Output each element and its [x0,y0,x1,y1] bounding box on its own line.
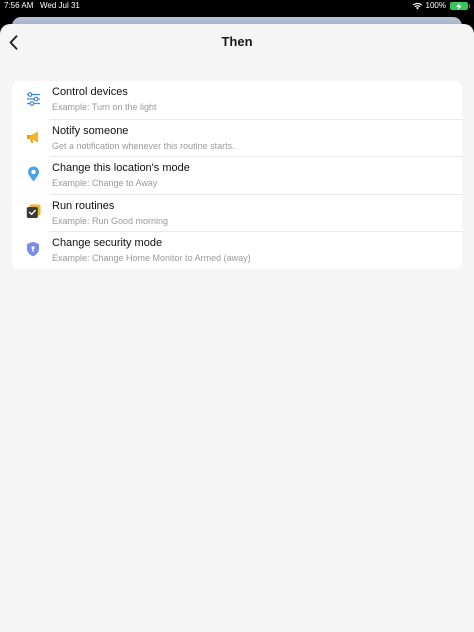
action-text: Run routines Example: Run Good morning [50,193,462,232]
battery-charging-icon [450,2,470,10]
megaphone-icon [25,129,41,145]
action-text: Notify someone Get a notification whenev… [50,118,462,157]
header: Then [0,24,474,60]
action-notify-someone[interactable]: Notify someone Get a notification whenev… [12,118,462,157]
action-title: Control devices [52,86,128,98]
status-time: 7:56 AM [4,1,34,10]
sliders-icon [25,91,41,107]
action-subtitle: Example: Change to Away [52,178,158,189]
action-change-security-mode[interactable]: Change security mode Example: Change Hom… [12,231,462,269]
action-control-devices[interactable]: Control devices Example: Turn on the lig… [12,81,462,119]
status-bar: 7:56 AM Wed Jul 31 100% [0,0,474,14]
action-subtitle: Example: Run Good morning [52,215,169,226]
status-date: Wed Jul 31 [40,1,80,10]
action-subtitle: Example: Change Home Monitor to Armed (a… [52,253,251,264]
routine-check-icon [25,204,41,220]
status-right: 100% [412,0,470,12]
location-pin-icon [25,166,41,182]
battery-percentage: 100% [425,1,446,10]
action-run-routines[interactable]: Run routines Example: Run Good morning [12,193,462,232]
wifi-icon [412,2,422,10]
action-subtitle: Example: Turn on the light [52,102,157,112]
action-text: Control devices Example: Turn on the lig… [50,81,462,119]
action-text: Change security mode Example: Change Hom… [50,231,462,269]
action-title: Change this location's mode [52,162,190,175]
action-change-location-mode[interactable]: Change this location's mode Example: Cha… [12,156,462,194]
shield-icon [25,241,41,257]
action-title: Change security mode [52,237,163,250]
action-sheet: Then Control devices Example: Turn on th… [0,24,474,632]
actions-list: Control devices Example: Turn on the lig… [12,81,462,269]
page-title: Then [221,34,253,49]
action-title: Run routines [52,199,115,212]
action-text: Change this location's mode Example: Cha… [50,156,462,194]
action-title: Notify someone [52,124,129,137]
action-subtitle: Get a notification whenever this routine… [52,140,235,151]
